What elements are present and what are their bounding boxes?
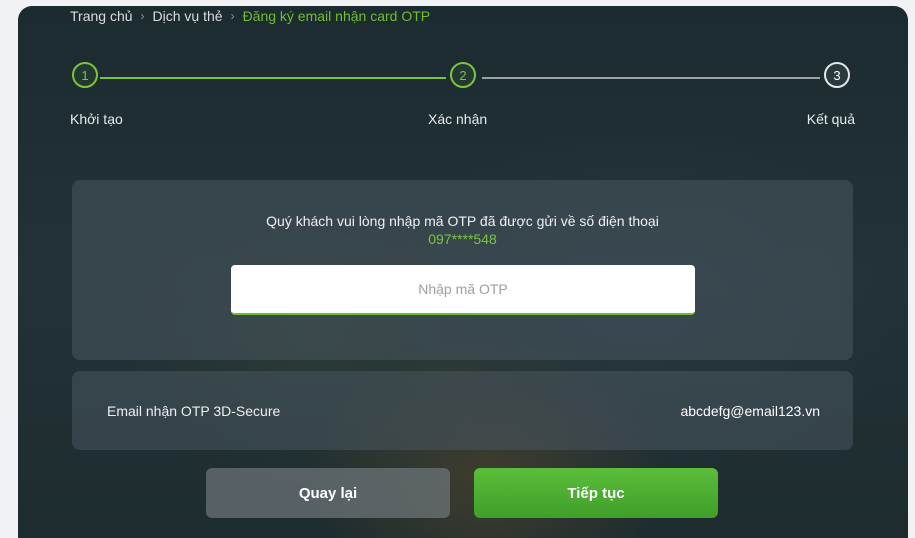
email-value: abcdefg@email123.vn: [680, 403, 820, 419]
masked-phone-number: 097****548: [428, 231, 497, 247]
email-label: Email nhận OTP 3D-Secure: [107, 403, 281, 419]
stepper-line-pending: [482, 77, 820, 79]
main-panel: Trang chủ › Dịch vụ thẻ › Đăng ký email …: [18, 6, 908, 538]
otp-input[interactable]: [231, 265, 695, 315]
breadcrumb-separator-icon: ›: [230, 9, 235, 23]
step-2-label: Xác nhận: [428, 111, 488, 127]
back-button[interactable]: Quay lại: [206, 468, 450, 518]
step-1-circle: 1: [72, 62, 98, 88]
breadcrumb-separator-icon: ›: [140, 9, 145, 23]
stepper-line-completed: [100, 77, 446, 79]
otp-card: Quý khách vui lòng nhập mã OTP đã được g…: [72, 180, 853, 360]
step-3-circle: 3: [824, 62, 850, 88]
step-3-label: Kết quả: [806, 111, 855, 127]
step-1-label: Khởi tạo: [70, 111, 123, 127]
breadcrumb-card-services[interactable]: Dịch vụ thẻ: [153, 8, 223, 24]
otp-instruction: Quý khách vui lòng nhập mã OTP đã được g…: [266, 213, 659, 229]
continue-button[interactable]: Tiếp tục: [474, 468, 718, 518]
breadcrumb: Trang chủ › Dịch vụ thẻ › Đăng ký email …: [70, 8, 430, 24]
breadcrumb-current: Đăng ký email nhận card OTP: [242, 8, 431, 24]
step-2-circle: 2: [450, 62, 476, 88]
breadcrumb-home[interactable]: Trang chủ: [70, 8, 133, 24]
progress-stepper: 1 2 3 Khởi tạo Xác nhận Kết quả: [18, 62, 908, 132]
email-info-card: Email nhận OTP 3D-Secure abcdefg@email12…: [72, 371, 853, 450]
